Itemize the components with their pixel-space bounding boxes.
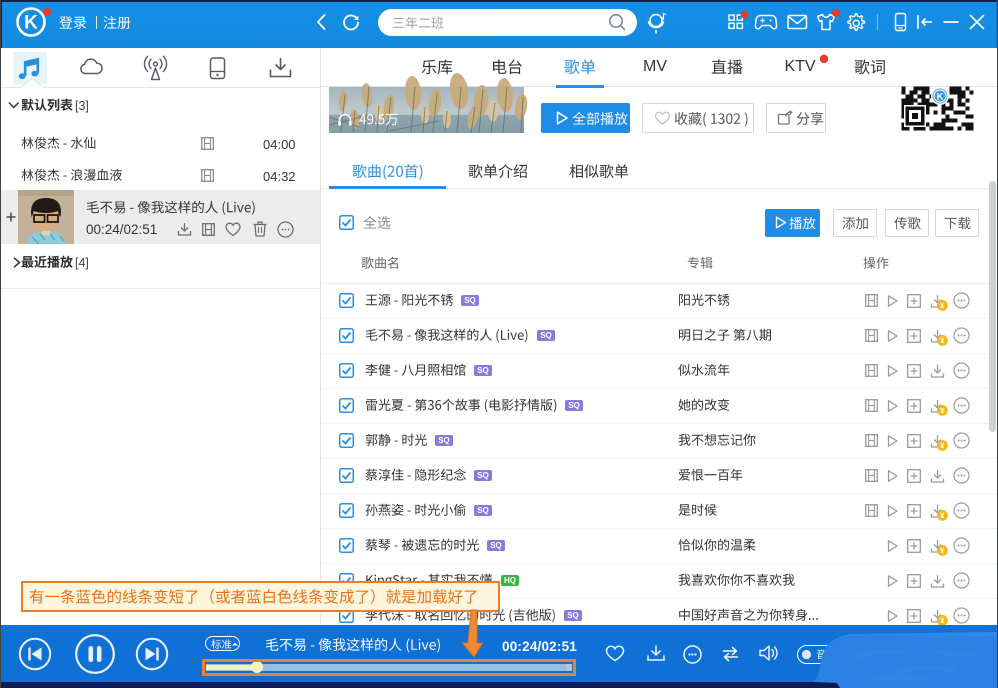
svg-text:K: K <box>937 91 944 101</box>
svg-text:K: K <box>24 13 38 34</box>
